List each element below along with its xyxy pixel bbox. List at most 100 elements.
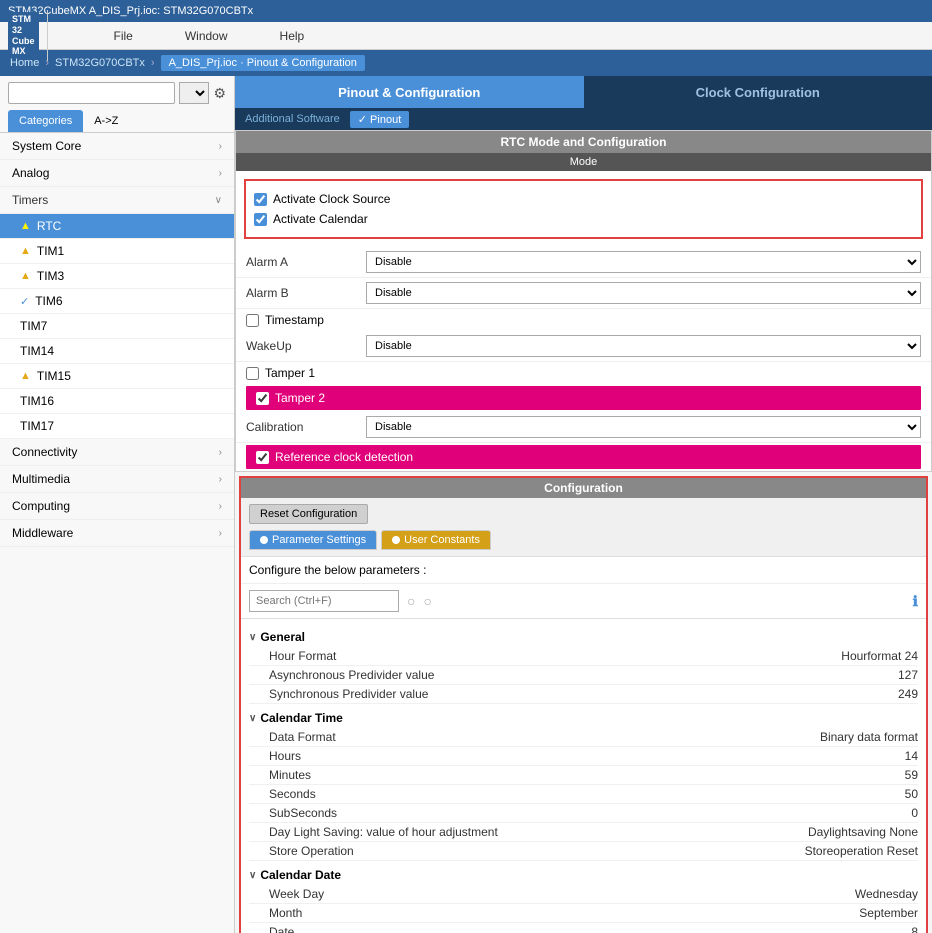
mode-box: Activate Clock Source Activate Calendar xyxy=(244,179,923,239)
timer-item-tim14[interactable]: TIM14 xyxy=(0,339,234,364)
tab-categories[interactable]: Categories xyxy=(8,110,83,132)
param-tree: ∨ General Hour Format Hourformat 24 Asyn… xyxy=(241,619,926,933)
async-predivider-name: Asynchronous Predivider value xyxy=(269,668,718,682)
weekday-name: Week Day xyxy=(269,887,718,901)
calibration-select[interactable]: Disable xyxy=(366,416,921,438)
chevron-right-icon: › xyxy=(219,528,222,539)
timestamp-row: Timestamp xyxy=(236,309,931,331)
logo: STM32CubeMX xyxy=(0,10,48,61)
breadcrumb-current[interactable]: A_DIS_Prj.ioc · Pinout & Configuration xyxy=(161,55,365,71)
search-dropdown[interactable] xyxy=(179,82,209,104)
menu-help[interactable]: Help xyxy=(274,27,311,45)
warn-icon: ▲ xyxy=(20,270,31,282)
alarm-b-row: Alarm B Disable xyxy=(236,278,931,309)
sync-predivider-row: Synchronous Predivider value 249 xyxy=(249,685,918,704)
config-toolbar: Reset Configuration Parameter Settings U… xyxy=(241,498,926,557)
timer-item-rtc[interactable]: ▲ RTC xyxy=(0,214,234,239)
alarm-b-select[interactable]: Disable xyxy=(366,282,921,304)
chevron-down-icon: ∨ xyxy=(249,632,256,643)
timer-item-tim6[interactable]: ✓ TIM6 xyxy=(0,289,234,314)
tim7-label: TIM7 xyxy=(20,319,47,333)
param-group-general: ∨ General Hour Format Hourformat 24 Asyn… xyxy=(249,627,918,704)
circle-icon1: ○ xyxy=(407,593,415,609)
timer-item-tim17[interactable]: TIM17 xyxy=(0,414,234,439)
weekday-row: Week Day Wednesday xyxy=(249,885,918,904)
daylightsaving-row: Day Light Saving: value of hour adjustme… xyxy=(249,823,918,842)
month-value: September xyxy=(718,906,918,920)
breadcrumb-home[interactable]: Home xyxy=(10,57,39,69)
timer-item-tim7[interactable]: TIM7 xyxy=(0,314,234,339)
month-name: Month xyxy=(269,906,718,920)
activate-calendar-label: Activate Calendar xyxy=(273,212,368,226)
tamper2-checkbox[interactable] xyxy=(256,392,269,405)
param-group-calendar-time: ∨ Calendar Time Data Format Binary data … xyxy=(249,708,918,861)
configure-text-label: Configure the below parameters : xyxy=(249,563,426,577)
logo-box: STM32CubeMX xyxy=(8,12,39,59)
sub-tab-pinout[interactable]: ✓ Pinout xyxy=(350,111,409,128)
tab-pinout-config[interactable]: Pinout & Configuration xyxy=(235,76,584,108)
timer-item-tim3[interactable]: ▲ TIM3 xyxy=(0,264,234,289)
timer-item-tim16[interactable]: TIM16 xyxy=(0,389,234,414)
sidebar-item-middleware[interactable]: Middleware › xyxy=(0,520,234,547)
breadcrumb-device[interactable]: STM32G070CBTx xyxy=(55,57,145,69)
seconds-value: 50 xyxy=(718,787,918,801)
alarm-b-label: Alarm B xyxy=(246,286,366,300)
activate-clock-source-row: Activate Clock Source xyxy=(254,189,913,209)
tamper1-checkbox[interactable] xyxy=(246,367,259,380)
calendar-time-header[interactable]: ∨ Calendar Time xyxy=(249,708,918,728)
timestamp-checkbox[interactable] xyxy=(246,314,259,327)
chevron-down-icon: ∨ xyxy=(249,870,256,881)
tim3-label: TIM3 xyxy=(37,269,64,283)
tim16-label: TIM16 xyxy=(20,394,54,408)
tab-az[interactable]: A->Z xyxy=(83,110,129,132)
activate-clock-source-checkbox[interactable] xyxy=(254,193,267,206)
param-settings-label: Parameter Settings xyxy=(272,534,366,546)
sub-tab-additional[interactable]: Additional Software xyxy=(245,113,340,125)
calibration-label: Calibration xyxy=(246,420,366,434)
wakeup-select[interactable]: Disable xyxy=(366,335,921,357)
calendar-date-header[interactable]: ∨ Calendar Date xyxy=(249,865,918,885)
ref-clock-row: Reference clock detection xyxy=(246,445,921,469)
daylightsaving-value: Daylightsaving None xyxy=(718,825,918,839)
rtc-label: RTC xyxy=(37,219,61,233)
top-tabs: Pinout & Configuration Clock Configurati… xyxy=(235,76,932,108)
param-search-input[interactable] xyxy=(249,590,399,612)
timer-item-tim1[interactable]: ▲ TIM1 xyxy=(0,239,234,264)
activate-calendar-checkbox[interactable] xyxy=(254,213,267,226)
sidebar-item-multimedia[interactable]: Multimedia › xyxy=(0,466,234,493)
sidebar-item-connectivity[interactable]: Connectivity › xyxy=(0,439,234,466)
daylightsaving-name: Day Light Saving: value of hour adjustme… xyxy=(269,825,718,839)
sub-tabs: Additional Software ✓ Pinout xyxy=(235,108,932,130)
alarm-a-select[interactable]: Disable xyxy=(366,251,921,273)
reset-config-button[interactable]: Reset Configuration xyxy=(249,504,368,524)
general-header[interactable]: ∨ General xyxy=(249,627,918,647)
timestamp-label: Timestamp xyxy=(265,313,324,327)
hour-format-value: Hourformat 24 xyxy=(718,649,918,663)
warn-icon: ▲ xyxy=(20,370,31,382)
sidebar-item-timers[interactable]: Timers ∨ xyxy=(0,187,234,214)
tim14-label: TIM14 xyxy=(20,344,54,358)
subseconds-row: SubSeconds 0 xyxy=(249,804,918,823)
search-input[interactable] xyxy=(8,82,175,104)
menu-window[interactable]: Window xyxy=(179,27,234,45)
tamper1-row: Tamper 1 xyxy=(236,362,931,384)
chevron-right-icon: › xyxy=(219,474,222,485)
sidebar-tabs: Categories A->Z xyxy=(0,110,234,133)
param-tab-dot xyxy=(260,536,268,544)
tab-clock-config[interactable]: Clock Configuration xyxy=(584,76,932,108)
sidebar-item-analog[interactable]: Analog › xyxy=(0,160,234,187)
chevron-right-icon: › xyxy=(219,501,222,512)
connectivity-label: Connectivity xyxy=(12,445,77,459)
timer-item-tim15[interactable]: ▲ TIM15 xyxy=(0,364,234,389)
activate-calendar-row: Activate Calendar xyxy=(254,209,913,229)
tab-parameter-settings[interactable]: Parameter Settings xyxy=(249,530,377,550)
section-header: RTC Mode and Configuration xyxy=(236,131,931,153)
tab-user-constants[interactable]: User Constants xyxy=(381,530,491,550)
sidebar-item-system-core[interactable]: System Core › xyxy=(0,133,234,160)
ref-clock-checkbox[interactable] xyxy=(256,451,269,464)
calibration-row: Calibration Disable xyxy=(236,412,931,443)
menu-file[interactable]: File xyxy=(108,27,139,45)
sidebar-item-computing[interactable]: Computing › xyxy=(0,493,234,520)
gear-icon[interactable]: ⚙ xyxy=(213,85,226,102)
info-icon: ℹ xyxy=(913,593,918,610)
